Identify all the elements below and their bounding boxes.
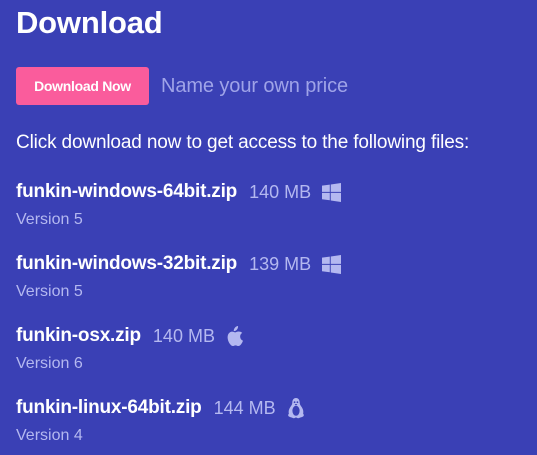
file-name: funkin-osx.zip <box>16 325 141 346</box>
windows-icon <box>321 181 341 203</box>
file-version: Version 6 <box>16 355 83 372</box>
apple-icon <box>225 325 245 347</box>
file-size: 139 MB <box>249 253 312 274</box>
file-size: 140 MB <box>152 325 215 346</box>
file-name: funkin-linux-64bit.zip <box>16 397 202 418</box>
file-list: funkin-windows-64bit.zip 140 MB Version … <box>16 178 531 455</box>
file-item-linux-64bit: funkin-linux-64bit.zip 144 MB Version 4 <box>16 394 531 455</box>
download-now-button[interactable]: Download Now <box>16 67 149 105</box>
file-size: 140 MB <box>249 181 312 202</box>
file-item-windows-32bit: funkin-windows-32bit.zip 139 MB Version … <box>16 250 531 322</box>
file-name: funkin-windows-64bit.zip <box>16 181 238 202</box>
file-size: 144 MB <box>213 397 276 418</box>
file-item-osx: funkin-osx.zip 140 MB Version 6 <box>16 322 531 394</box>
file-item-windows-64bit: funkin-windows-64bit.zip 140 MB Version … <box>16 178 531 250</box>
purchase-row: Download Now Name your own price <box>16 67 348 105</box>
price-note: Name your own price <box>161 74 349 97</box>
file-header: funkin-osx.zip 140 MB <box>16 322 531 350</box>
download-intro-text: Click download now to get access to the … <box>16 132 470 153</box>
file-version: Version 4 <box>16 427 83 444</box>
windows-icon <box>321 253 341 275</box>
file-name: funkin-windows-32bit.zip <box>16 253 238 274</box>
file-header: funkin-windows-32bit.zip 139 MB <box>16 250 531 278</box>
file-header: funkin-linux-64bit.zip 144 MB <box>16 394 531 422</box>
file-version: Version 5 <box>16 283 83 300</box>
page-title: Download <box>16 5 163 40</box>
file-version: Version 5 <box>16 211 83 228</box>
file-header: funkin-windows-64bit.zip 140 MB <box>16 178 531 206</box>
linux-icon <box>286 397 306 419</box>
